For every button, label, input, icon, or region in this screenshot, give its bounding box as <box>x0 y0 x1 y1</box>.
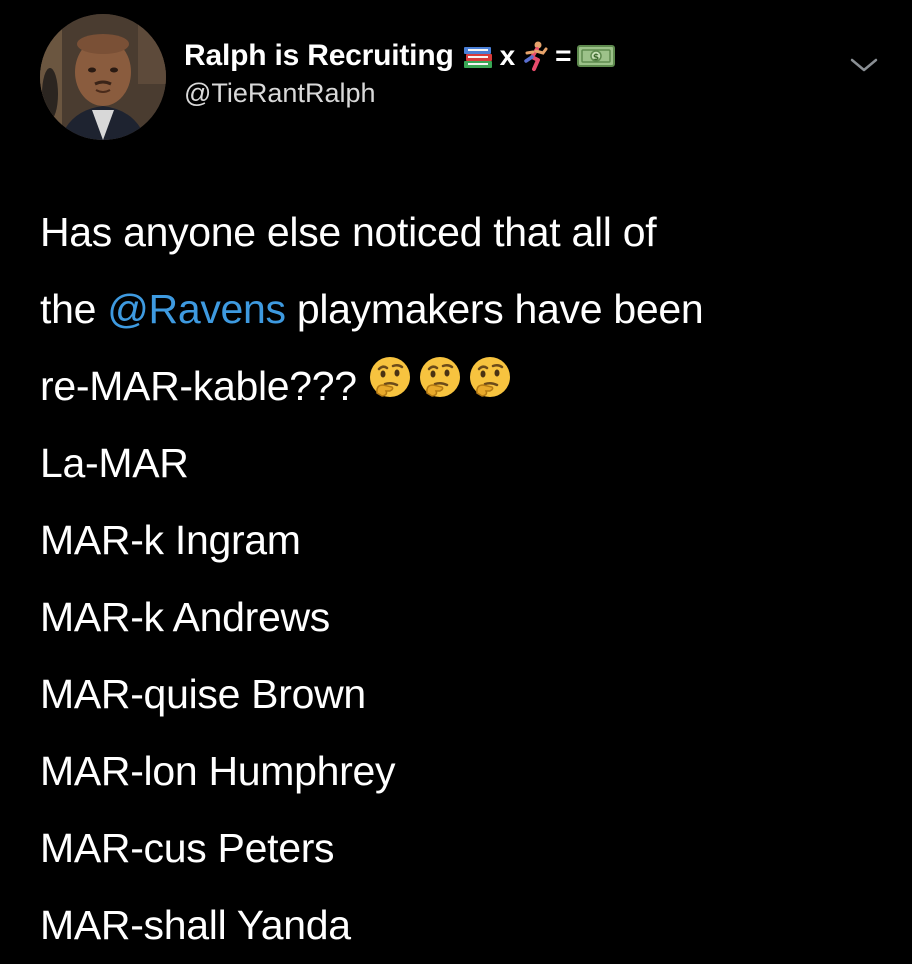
tweet-line-2: the @Ravens playmakers have been <box>40 271 890 348</box>
player-line: MAR-cus Peters <box>40 825 335 871</box>
books-emoji-icon <box>463 47 492 68</box>
name-symbol-equals: = <box>555 40 572 71</box>
user-handle[interactable]: @TieRantRalph <box>184 78 616 109</box>
thinking-face-icon <box>418 347 462 424</box>
player-line: MAR-quise Brown <box>40 671 366 717</box>
display-name-row: Ralph is Recruiting x = $ <box>184 36 616 76</box>
runner-emoji-icon <box>524 41 548 71</box>
tweet-body: Has anyone else noticed that all of the … <box>40 194 890 964</box>
player-line: La-MAR <box>40 440 189 486</box>
name-symbol-times: x <box>499 40 516 71</box>
player-line: MAR-shall Yanda <box>40 902 351 948</box>
player-line: MAR-lon Humphrey <box>40 748 396 794</box>
name-emoji-group: x = $ <box>462 40 616 72</box>
svg-text:$: $ <box>592 53 598 63</box>
chevron-down-icon <box>850 58 878 72</box>
player-line: MAR-k Andrews <box>40 594 331 640</box>
profile-photo-icon <box>40 14 166 140</box>
thinking-face-icon <box>368 347 412 424</box>
money-emoji-icon: $ <box>576 45 615 67</box>
mention-link[interactable]: @Ravens <box>107 286 286 332</box>
display-name[interactable]: Ralph is Recruiting <box>184 39 454 73</box>
tweet-menu-button[interactable] <box>848 54 880 76</box>
tweet-line-1: Has anyone else noticed that all of <box>40 209 657 255</box>
tweet-header: Ralph is Recruiting x = $ @TieRantRalph <box>40 14 880 144</box>
player-line: MAR-k Ingram <box>40 517 301 563</box>
tweet-line-2-prefix: the <box>40 286 108 332</box>
tweet-line-3: re-MAR-kable??? <box>40 348 890 425</box>
tweet-line-3-text: re-MAR-kable??? <box>40 363 357 409</box>
tweet-line-2-suffix: playmakers have been <box>285 286 704 332</box>
thinking-face-icon <box>468 347 512 424</box>
avatar[interactable] <box>40 14 166 140</box>
tweet-card: Ralph is Recruiting x = $ @TieRantRalph … <box>0 0 912 960</box>
user-names: Ralph is Recruiting x = $ @TieRantRalph <box>184 36 616 109</box>
